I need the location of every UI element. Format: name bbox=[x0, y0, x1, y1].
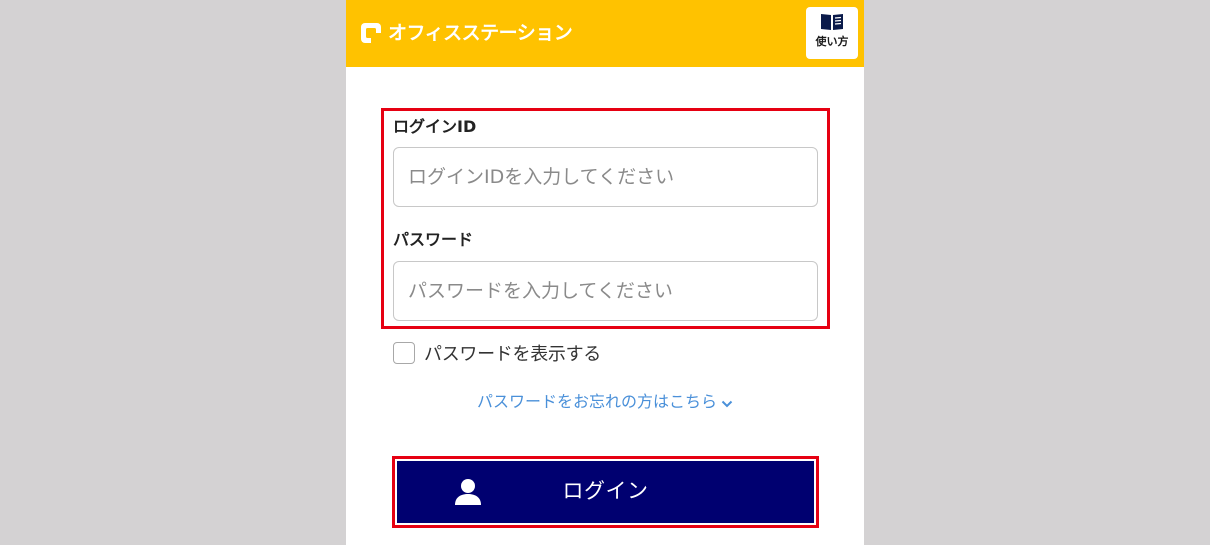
login-label: ログイン bbox=[562, 480, 649, 503]
login-button[interactable]: ログイン bbox=[397, 461, 814, 523]
app-header: オフィスステーション 使い方 bbox=[346, 0, 864, 67]
password-label: パスワード bbox=[393, 230, 474, 249]
forgot-password-text: パスワードをお忘れの方はこちら bbox=[476, 392, 717, 411]
chevron-down-icon bbox=[721, 393, 733, 413]
show-password-checkbox[interactable] bbox=[393, 342, 415, 364]
brand: オフィスステーション bbox=[360, 18, 573, 48]
office-station-logo-icon bbox=[360, 22, 382, 44]
show-password-label: パスワードを表示する bbox=[424, 344, 601, 365]
password-input[interactable] bbox=[393, 261, 818, 321]
help-label: 使い方 bbox=[815, 35, 849, 48]
book-icon bbox=[821, 14, 843, 30]
login-page: オフィスステーション 使い方 ログインID パスワード パスワードを表示する パ… bbox=[346, 0, 864, 545]
help-button[interactable]: 使い方 bbox=[806, 7, 858, 59]
login-id-label: ログインID bbox=[393, 117, 477, 136]
login-id-input[interactable] bbox=[393, 147, 818, 207]
show-password-toggle[interactable]: パスワードを表示する bbox=[393, 339, 601, 367]
brand-name: オフィスステーション bbox=[388, 22, 573, 44]
forgot-password-link[interactable]: パスワードをお忘れの方はこちら bbox=[346, 392, 864, 413]
